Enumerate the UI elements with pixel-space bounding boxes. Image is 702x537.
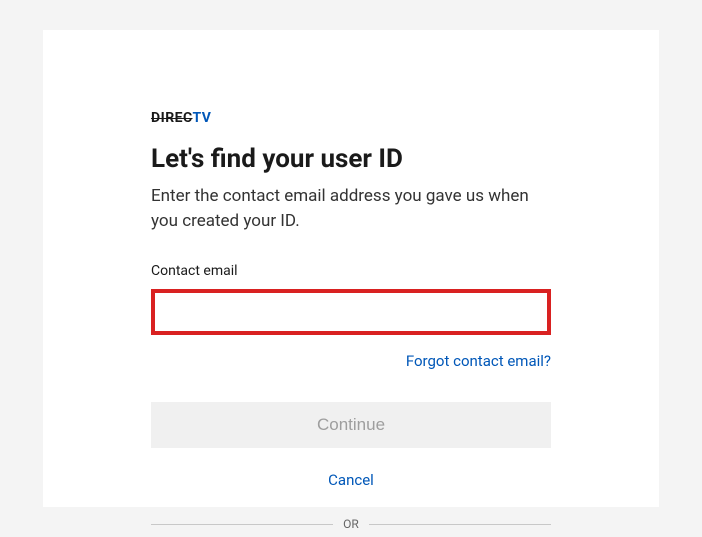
email-input[interactable] [151,289,551,335]
forgot-link-row: Forgot contact email? [151,351,551,370]
divider-text: OR [343,517,359,531]
page-subheading: Enter the contact email address you gave… [151,184,551,233]
or-divider: OR [151,517,551,531]
forgot-contact-email-link[interactable]: Forgot contact email? [406,352,551,370]
page-heading: Let's find your user ID [151,144,551,174]
divider-line-right [369,524,551,525]
logo-direc: DIREC [151,110,193,126]
divider-line-left [151,524,333,525]
email-label: Contact email [151,263,551,279]
directv-logo: DIRECTV [151,110,551,126]
login-card: DIRECTV Let's find your user ID Enter th… [43,30,659,507]
logo-tv: TV [193,110,212,126]
cancel-row: Cancel [151,470,551,489]
continue-button[interactable]: Continue [151,402,551,448]
cancel-link[interactable]: Cancel [328,471,374,489]
